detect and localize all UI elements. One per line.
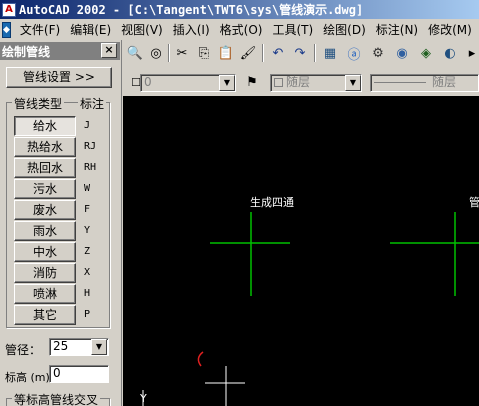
pipe-type-button-other[interactable]: 其它 (14, 305, 76, 325)
cut-icon[interactable]: ✂ (172, 43, 192, 63)
publish-web-icon[interactable]: ◈ (416, 43, 436, 63)
meet-now-icon[interactable]: ⚙ (368, 43, 388, 63)
chevron-down-icon[interactable]: ▼ (219, 75, 235, 91)
paste-icon[interactable]: 📋 (216, 43, 236, 63)
pipe-code: H (84, 288, 91, 299)
toolbar-separator (168, 44, 170, 62)
drawing-canvas[interactable]: 生成四通 管 Y (123, 96, 479, 406)
canvas-label-tee: 生成四通 (250, 196, 294, 209)
redo-icon[interactable]: ↷ (290, 43, 310, 63)
palette-title-bar: 绘制管线 × (0, 42, 120, 60)
make-layer-current-icon[interactable]: ⚑ (242, 72, 262, 92)
ucs-y-label: Y (140, 392, 147, 405)
menu-tools[interactable]: 工具(T) (267, 21, 318, 38)
pipe-code: F (84, 204, 91, 215)
pipe-drawing-palette: 绘制管线 × 管线设置 >> 管线类型 标注 给水 J 热给水 RJ 热回水 R… (0, 40, 122, 406)
layer-value: 0 (144, 75, 152, 89)
linetype-dropdown[interactable]: 随层 (370, 74, 479, 92)
help-icon[interactable]: ▸ (462, 43, 479, 63)
document-icon[interactable]: ◆ (2, 21, 11, 38)
pipe-type-button-sewage[interactable]: 污水 (14, 179, 76, 199)
menu-view[interactable]: 视图(V) (116, 21, 168, 38)
menu-format[interactable]: 格式(O) (215, 21, 268, 38)
match-properties-icon[interactable]: 🖌 (238, 43, 258, 63)
autocad-app-icon[interactable]: A (2, 2, 16, 17)
pipe-type-button-fire[interactable]: 消防 (14, 263, 76, 283)
menu-modify[interactable]: 修改(M) (423, 21, 477, 38)
title-bar: A AutoCAD 2002 - [C:\Tangent\TWT6\sys\管线… (0, 0, 479, 19)
pipe-type-button-hot-supply[interactable]: 热给水 (14, 137, 76, 157)
chevron-down-icon[interactable]: ▼ (345, 75, 361, 91)
pipe-code: Y (84, 225, 91, 236)
elevation-label: 标高 (m) (5, 371, 50, 384)
pipe-code: RJ (84, 141, 97, 152)
undo-icon[interactable]: ↶ (268, 43, 288, 63)
pipe-code: X (84, 267, 91, 278)
diameter-label: 管径： (5, 343, 42, 357)
pipe-code: RH (84, 162, 97, 173)
color-value: 随层 (286, 75, 311, 89)
linetype-value: 随层 (432, 75, 457, 89)
online-icon[interactable]: ◐ (440, 43, 460, 63)
today-icon[interactable]: ⓐ (344, 43, 364, 63)
menu-bar: ◆ 文件(F) 编辑(E) 视图(V) 插入(I) 格式(O) 工具(T) 绘图… (0, 19, 479, 40)
menu-file[interactable]: 文件(F) (15, 21, 65, 38)
pipe-type-button-waste[interactable]: 废水 (14, 200, 76, 220)
chevron-down-icon[interactable]: ▼ (91, 339, 107, 355)
cross-group-label: 等标高管线交叉 (12, 391, 101, 406)
close-icon[interactable]: × (101, 43, 117, 58)
drawing-svg (142, 212, 479, 406)
menu-dimension[interactable]: 标注(N) (371, 21, 423, 38)
diameter-value: 25 (53, 339, 69, 353)
pipe-type-button-hot-return[interactable]: 热回水 (14, 158, 76, 178)
code-column-label: 标注 (78, 95, 107, 112)
canvas-label-pipe: 管 (469, 196, 479, 209)
pipe-code: Z (84, 246, 91, 257)
pipe-settings-button[interactable]: 管线设置 >> (6, 67, 112, 88)
pipe-code: P (84, 309, 91, 320)
toolbar-separator (262, 44, 264, 62)
pipe-type-button-reclaimed[interactable]: 中水 (14, 242, 76, 262)
elevation-value: 0 (53, 366, 61, 380)
pipe-type-button-sprinkler[interactable]: 喷淋 (14, 284, 76, 304)
design-center-icon[interactable]: ▦ (320, 43, 340, 63)
palette-title: 绘制管线 (2, 44, 51, 59)
menu-draw[interactable]: 绘图(D) (318, 21, 371, 38)
pipe-type-group-label: 管线类型 (12, 95, 65, 112)
menu-insert[interactable]: 插入(I) (168, 21, 215, 38)
pipe-type-button-rain[interactable]: 雨水 (14, 221, 76, 241)
menu-edit[interactable]: 编辑(E) (65, 21, 116, 38)
copy-icon[interactable]: ⎘ (194, 43, 214, 63)
pipe-code: J (84, 120, 91, 131)
linetype-sample (374, 82, 426, 83)
pipe-code: W (84, 183, 91, 194)
print-preview-icon[interactable]: 🔍 (125, 43, 145, 63)
properties-icon[interactable]: ◉ (392, 43, 412, 63)
toolbar-separator (314, 44, 316, 62)
elevation-input[interactable]: 0 (49, 365, 109, 383)
window-title: AutoCAD 2002 - [C:\Tangent\TWT6\sys\管线演示… (19, 3, 364, 17)
color-swatch (274, 78, 283, 87)
spell-check-icon[interactable]: ◎ (146, 43, 166, 63)
pipe-type-button-water-supply[interactable]: 给水 (14, 116, 76, 136)
arc-marker (197, 351, 204, 367)
